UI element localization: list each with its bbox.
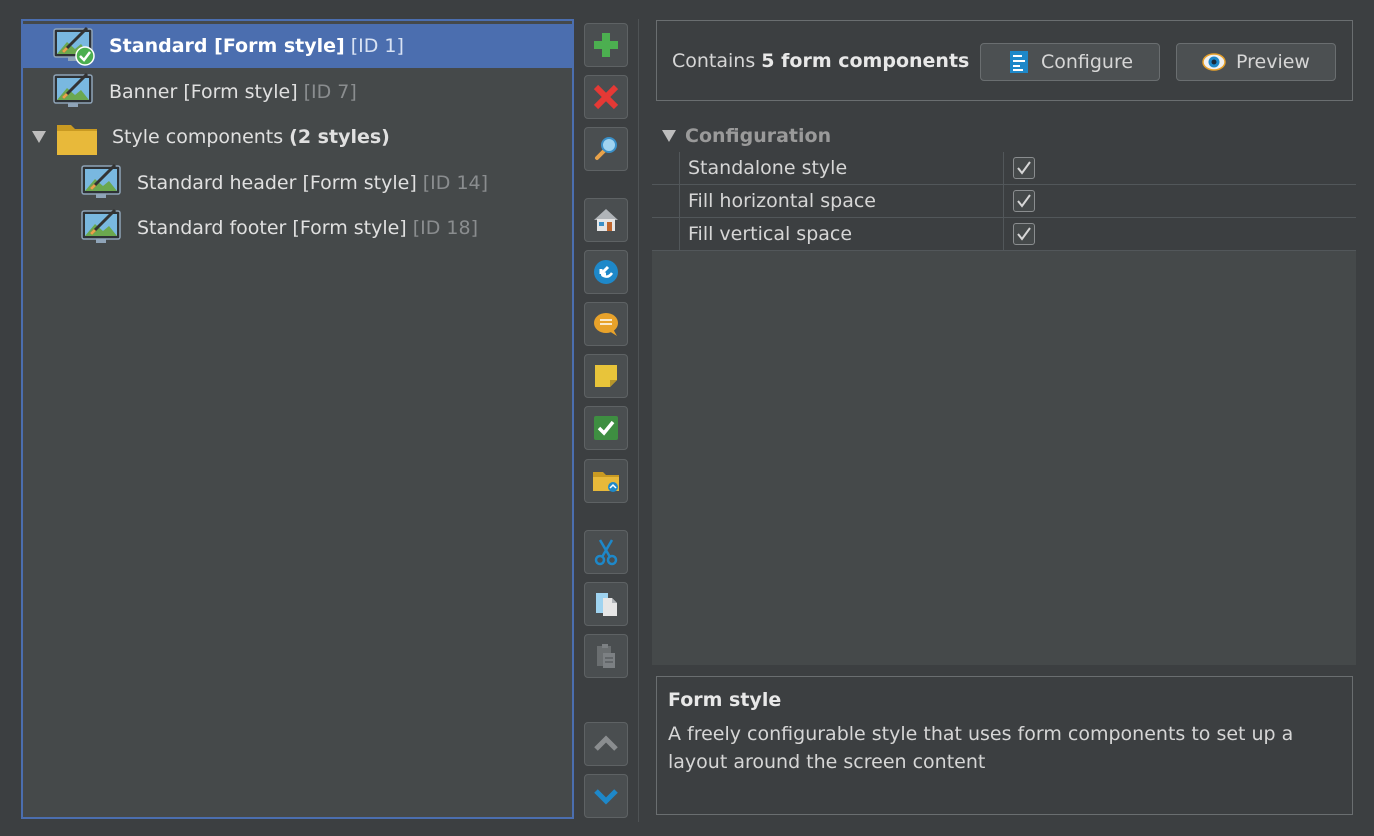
configure-icon xyxy=(1009,51,1028,73)
row-gutter xyxy=(652,152,680,184)
preview-button[interactable]: Preview xyxy=(1176,43,1336,81)
tree-folder-label: Style components xyxy=(112,126,284,148)
collapse-triangle-icon[interactable] xyxy=(662,130,676,142)
folder-link-icon xyxy=(593,472,619,492)
delete-icon xyxy=(593,84,619,110)
tree-item-standard-footer[interactable]: Standard footer [Form style] [ID 18] xyxy=(23,206,572,250)
home-icon xyxy=(594,209,618,231)
copy-button[interactable] xyxy=(584,582,628,626)
search-button[interactable] xyxy=(584,127,628,171)
back-button[interactable] xyxy=(584,250,628,294)
move-down-button[interactable] xyxy=(584,774,628,818)
description-box: Form style A freely configurable style t… xyxy=(656,676,1353,815)
description-title: Form style xyxy=(668,689,782,711)
comment-button[interactable] xyxy=(584,302,628,346)
paste-icon xyxy=(597,644,615,668)
property-name: Fill horizontal space xyxy=(688,190,876,212)
tree-item-label: Banner [Form style] xyxy=(109,81,298,103)
tree-item-id: [ID 1] xyxy=(350,35,404,57)
fill-vertical-checkbox[interactable] xyxy=(1013,223,1035,245)
search-icon xyxy=(595,137,617,160)
add-button[interactable] xyxy=(584,23,628,67)
tree-item-id: [ID 14] xyxy=(422,172,489,194)
property-name: Standalone style xyxy=(688,157,848,179)
move-up-icon xyxy=(594,735,618,751)
preview-label: Preview xyxy=(1236,51,1310,73)
plus-icon xyxy=(594,33,618,57)
tree-item-standard[interactable]: Standard [Form style] [ID 1] xyxy=(23,24,572,68)
check-icon xyxy=(1017,227,1031,241)
tree-folder-style-components[interactable]: Style components (2 styles) xyxy=(23,115,572,159)
standalone-style-checkbox[interactable] xyxy=(1013,157,1035,179)
validate-button[interactable] xyxy=(584,406,628,450)
tree-item-label: Standard [Form style] xyxy=(109,35,345,57)
folder-icon xyxy=(57,125,97,155)
cut-icon xyxy=(594,539,618,566)
configuration-header-label: Configuration xyxy=(685,125,832,147)
description-text: A freely configurable style that uses fo… xyxy=(668,723,1294,773)
check-icon xyxy=(1017,161,1031,175)
property-name: Fill vertical space xyxy=(688,223,853,245)
note-icon xyxy=(595,365,617,387)
configuration-table: Configuration Standalone style Fill hori… xyxy=(652,120,1356,665)
tree-folder-count: (2 styles) xyxy=(289,126,390,148)
property-row: Fill horizontal space xyxy=(652,185,1356,218)
contains-summary: Contains 5 form components xyxy=(672,49,970,72)
tree-item-id: [ID 7] xyxy=(303,81,357,103)
configure-button[interactable]: Configure xyxy=(980,43,1160,81)
tree-item-id: [ID 18] xyxy=(412,217,478,239)
move-down-icon xyxy=(594,789,618,805)
form-style-icon xyxy=(53,72,93,107)
configure-label: Configure xyxy=(1040,51,1134,73)
property-row: Standalone style xyxy=(652,152,1356,185)
tree-item-label: Standard footer [Form style] xyxy=(137,217,407,239)
column-divider xyxy=(1003,185,1004,217)
copy-icon xyxy=(596,593,617,616)
row-gutter xyxy=(652,218,680,250)
checkmark-icon xyxy=(594,416,618,440)
open-folder-button[interactable] xyxy=(584,459,628,503)
move-up-button[interactable] xyxy=(584,722,628,766)
delete-button[interactable] xyxy=(584,75,628,119)
info-box: Contains 5 form components Configure Pre… xyxy=(656,20,1353,101)
tree-item-label: Standard header [Form style] xyxy=(137,172,417,194)
comment-icon xyxy=(594,313,618,336)
form-style-icon xyxy=(81,163,121,198)
form-style-default-icon xyxy=(53,26,95,66)
property-row: Fill vertical space xyxy=(652,218,1356,251)
panel-divider[interactable] xyxy=(638,19,639,822)
column-divider xyxy=(1003,152,1004,184)
fill-horizontal-checkbox[interactable] xyxy=(1013,190,1035,212)
paste-button[interactable] xyxy=(584,634,628,678)
eye-icon xyxy=(1202,53,1226,71)
back-arrow-icon xyxy=(594,260,618,284)
tree-item-standard-header[interactable]: Standard header [Form style] [ID 14] xyxy=(23,161,572,205)
form-style-icon xyxy=(81,208,121,243)
check-icon xyxy=(1017,194,1031,208)
configuration-header[interactable]: Configuration xyxy=(652,120,1356,152)
expand-triangle-icon[interactable] xyxy=(32,131,46,143)
tree-item-banner[interactable]: Banner [Form style] [ID 7] xyxy=(23,70,572,114)
style-tree[interactable]: Standard [Form style] [ID 1] Banner [For… xyxy=(21,19,574,819)
column-divider xyxy=(1003,218,1004,250)
home-button[interactable] xyxy=(584,198,628,242)
note-button[interactable] xyxy=(584,354,628,398)
row-gutter xyxy=(652,185,680,217)
cut-button[interactable] xyxy=(584,530,628,574)
